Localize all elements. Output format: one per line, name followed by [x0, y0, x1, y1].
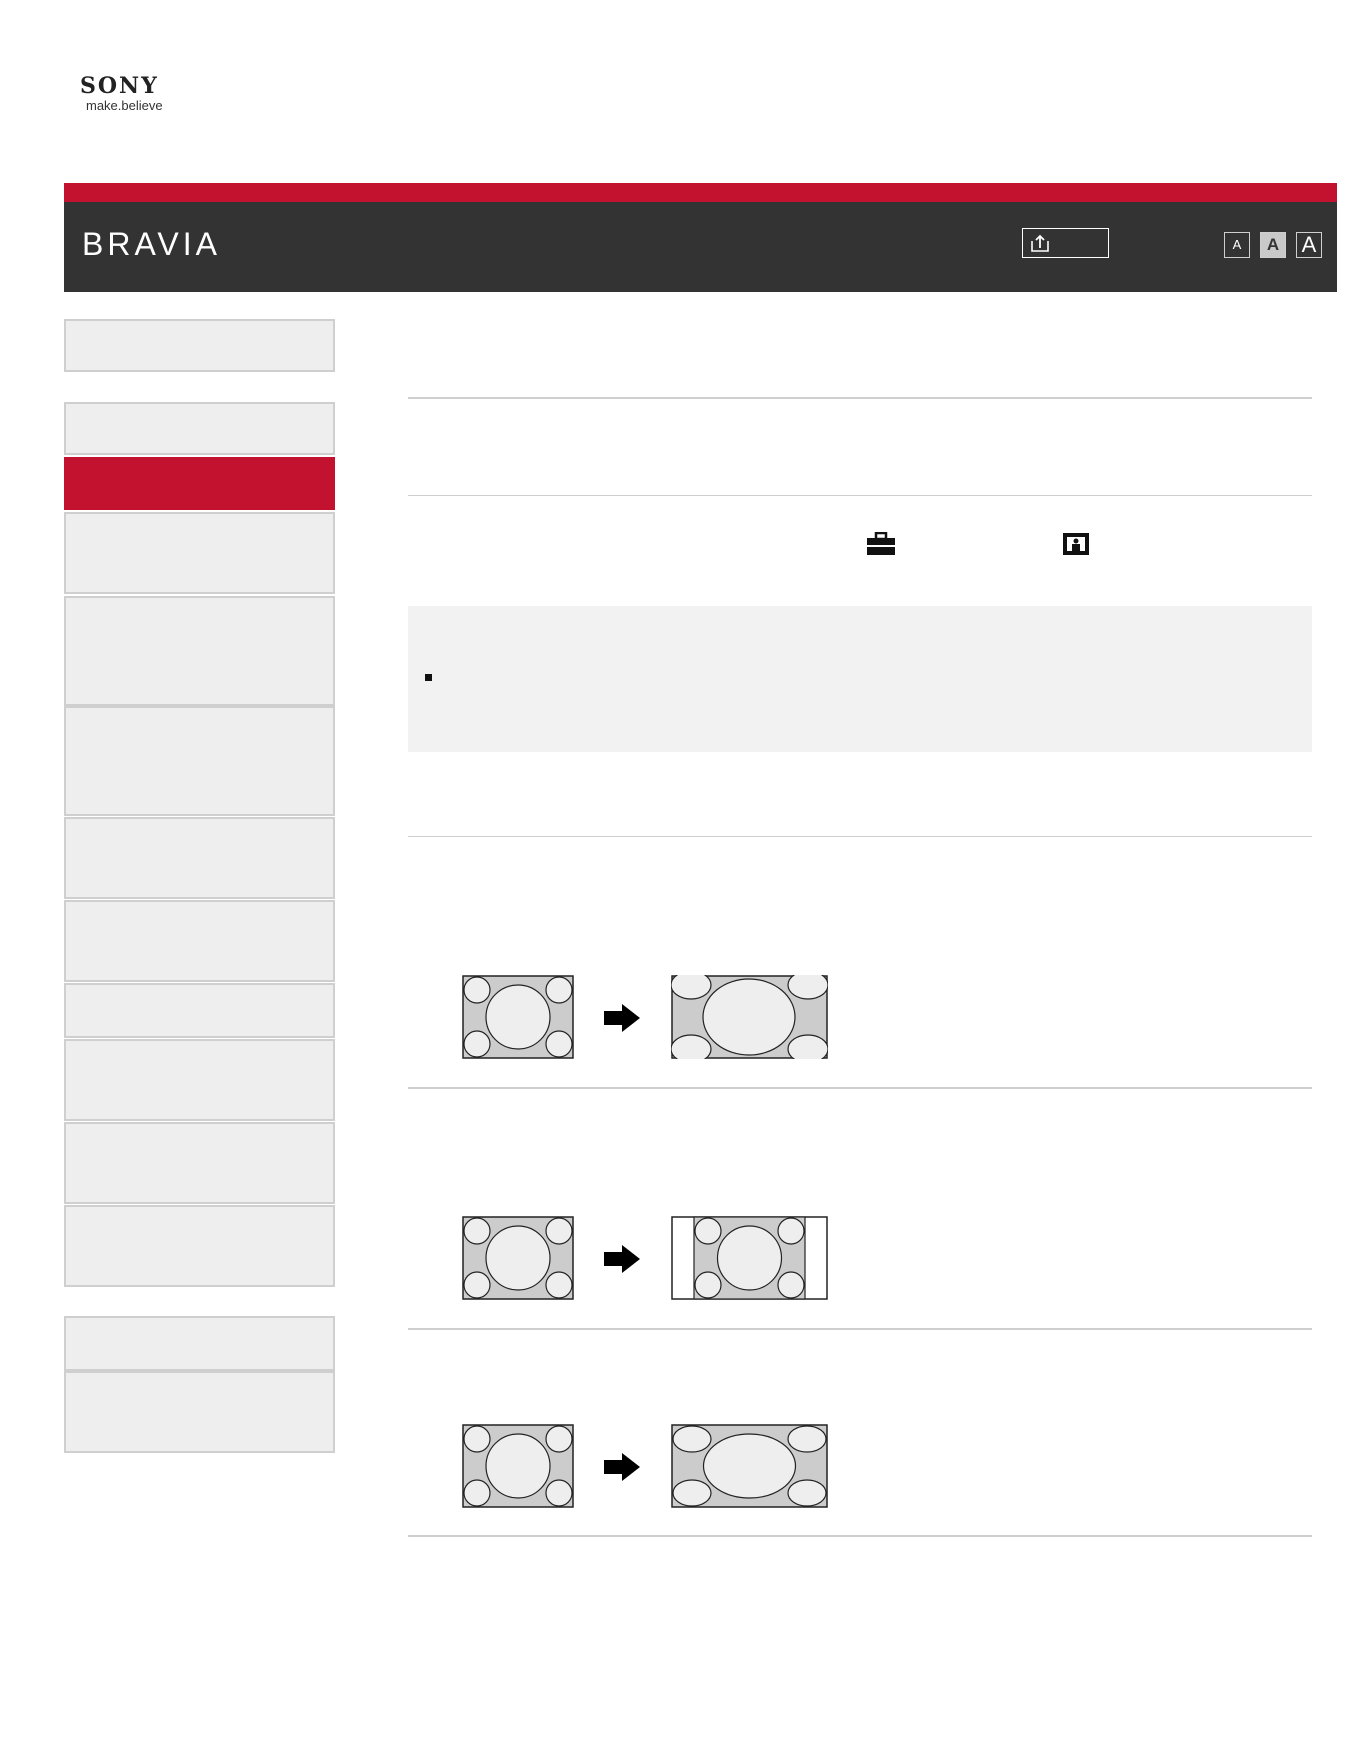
divider — [408, 495, 1312, 496]
wide-zoom-result-image — [671, 975, 828, 1059]
share-icon — [1031, 234, 1049, 252]
source-4-3-image — [462, 975, 574, 1059]
sidebar-item-10[interactable] — [64, 1122, 335, 1204]
arrow-right-icon — [604, 1453, 640, 1481]
pillarbox-result-image — [671, 1216, 828, 1300]
sidebar-item-13[interactable] — [64, 1371, 335, 1453]
sony-logo: SONY make.believe — [80, 74, 190, 113]
source-4-3-image — [462, 1216, 574, 1300]
sidebar-item-7[interactable] — [64, 900, 335, 982]
divider — [408, 1087, 1312, 1089]
note-box — [408, 606, 1312, 752]
product-title: BRAVIA — [82, 226, 221, 262]
sidebar-item-4[interactable] — [64, 596, 335, 706]
header-accent-band — [64, 183, 1337, 202]
font-size-large-button[interactable]: A — [1296, 232, 1322, 258]
sidebar-item-3[interactable] — [64, 512, 335, 594]
bullet-marker — [425, 674, 432, 681]
sidebar-item-11[interactable] — [64, 1205, 335, 1287]
logo-tagline: make.believe — [86, 98, 163, 113]
sidebar-item-top[interactable] — [64, 319, 335, 372]
picture-icon — [1063, 533, 1089, 555]
sidebar-item-6[interactable] — [64, 817, 335, 899]
sidebar-item-9[interactable] — [64, 1039, 335, 1121]
toolbox-icon — [867, 532, 895, 555]
source-4-3-image — [462, 1424, 574, 1508]
divider — [408, 1535, 1312, 1537]
sidebar-item-1[interactable] — [64, 402, 335, 455]
share-button[interactable] — [1022, 228, 1109, 258]
full-stretch-result-image — [671, 1424, 828, 1508]
font-size-small-button[interactable]: A — [1224, 232, 1250, 258]
divider — [408, 1328, 1312, 1330]
logo-wordmark: SONY — [80, 73, 159, 99]
sidebar-item-5[interactable] — [64, 706, 335, 816]
sidebar-item-12[interactable] — [64, 1316, 335, 1371]
sidebar-item-active[interactable] — [64, 457, 335, 510]
sidebar-item-8[interactable] — [64, 983, 335, 1038]
arrow-right-icon — [604, 1245, 640, 1273]
divider — [408, 836, 1312, 837]
font-size-medium-button[interactable]: A — [1260, 232, 1286, 258]
header-bar: BRAVIA A A A — [64, 202, 1337, 292]
divider — [408, 397, 1312, 399]
arrow-right-icon — [604, 1004, 640, 1032]
